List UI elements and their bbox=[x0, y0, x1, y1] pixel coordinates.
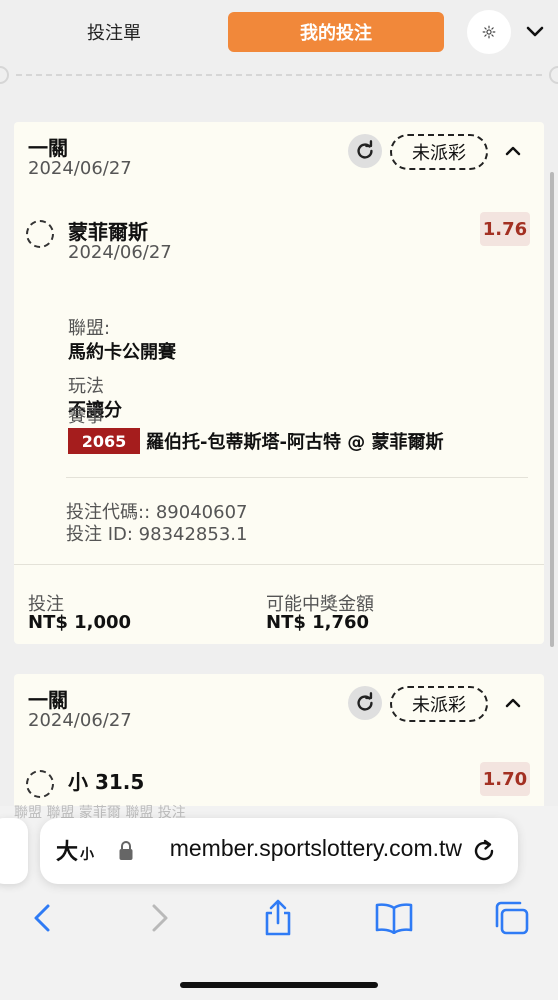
status-badge: 未派彩 bbox=[390, 134, 488, 170]
browser-toolbar: 聯盟 聯盟 蒙菲爾 聯盟 投注 大 小 member.sportslottery… bbox=[0, 805, 558, 1000]
bet-card: 一關 2024/06/27 未派彩 小 31.5 1.70 bbox=[14, 674, 544, 806]
text-size-button[interactable]: 大 小 bbox=[56, 836, 94, 866]
odds-badge: 1.70 bbox=[480, 762, 530, 796]
selection-date: 2024/06/27 bbox=[68, 242, 172, 263]
selection-radio[interactable] bbox=[26, 770, 54, 798]
bet-date: 2024/06/27 bbox=[28, 158, 132, 179]
bet-card: 一關 2024/06/27 未派彩 蒙菲爾斯 2024/06/27 1.76 聯… bbox=[14, 122, 544, 644]
home-indicator[interactable] bbox=[180, 982, 378, 988]
share-button[interactable] bbox=[258, 898, 298, 938]
event-label: 賽事 bbox=[68, 406, 104, 427]
selection-radio[interactable] bbox=[26, 220, 54, 248]
bet-type: 一關 bbox=[28, 136, 68, 160]
market-label: 玩法 bbox=[68, 376, 104, 397]
selection-name: 蒙菲爾斯 bbox=[68, 220, 148, 244]
bet-date: 2024/06/27 bbox=[28, 710, 132, 731]
collapse-button[interactable] bbox=[502, 690, 524, 716]
perforation-dot-right bbox=[549, 66, 558, 84]
share-icon bbox=[265, 899, 291, 936]
league-value: 馬約卡公開賽 bbox=[68, 342, 176, 363]
lock-icon bbox=[119, 841, 133, 860]
payout-value: NT$ 1,760 bbox=[266, 612, 370, 633]
league-label: 聯盟: bbox=[68, 318, 111, 339]
footer-divider bbox=[14, 564, 544, 565]
back-icon bbox=[34, 904, 50, 932]
bet-id: 投注 ID: 98342853.1 bbox=[66, 524, 248, 545]
forward-button[interactable] bbox=[140, 898, 180, 938]
top-header: 投注單 我的投注 bbox=[0, 0, 558, 62]
tabs-icon bbox=[495, 901, 529, 935]
perforation-line bbox=[16, 74, 542, 76]
collapse-button[interactable] bbox=[502, 138, 524, 164]
chevron-up-icon bbox=[505, 698, 521, 708]
reload-icon[interactable] bbox=[468, 834, 500, 866]
chevron-up-icon bbox=[505, 146, 521, 156]
text-size-small: 小 bbox=[80, 847, 95, 863]
perforation-dot-left bbox=[0, 66, 9, 84]
refresh-icon bbox=[357, 140, 373, 159]
tabs-button[interactable] bbox=[492, 898, 532, 938]
url-text[interactable]: member.sportslottery.com.tw bbox=[144, 835, 462, 867]
scrollbar[interactable] bbox=[550, 172, 554, 647]
event-name: 羅伯托-包蒂斯塔-阿古特 @ 蒙菲爾斯 bbox=[146, 432, 444, 453]
bets-list[interactable]: 一關 2024/06/27 未派彩 蒙菲爾斯 2024/06/27 1.76 聯… bbox=[0, 92, 558, 806]
bookmarks-icon bbox=[375, 903, 413, 934]
tab-betslip[interactable]: 投注單 bbox=[46, 12, 182, 52]
bet-type: 一關 bbox=[28, 688, 68, 712]
odds-badge: 1.76 bbox=[480, 212, 530, 246]
refresh-button[interactable] bbox=[348, 134, 382, 168]
previous-tab-peek[interactable] bbox=[0, 818, 28, 884]
event-code-badge: 2065 bbox=[68, 428, 140, 454]
refresh-button[interactable] bbox=[348, 686, 382, 720]
divider bbox=[66, 477, 528, 478]
status-badge: 未派彩 bbox=[390, 686, 488, 722]
header-expand-button[interactable] bbox=[523, 20, 547, 44]
address-bar[interactable]: 大 小 member.sportslottery.com.tw bbox=[40, 818, 518, 884]
selection-name: 小 31.5 bbox=[68, 770, 145, 794]
tab-my-bets[interactable]: 我的投注 bbox=[228, 12, 444, 52]
gear-icon bbox=[482, 25, 496, 39]
back-button[interactable] bbox=[22, 898, 62, 938]
stake-value: NT$ 1,000 bbox=[28, 612, 132, 633]
forward-icon bbox=[152, 904, 168, 932]
bookmarks-button[interactable] bbox=[374, 898, 414, 938]
chevron-down-icon bbox=[526, 26, 544, 37]
text-size-big: 大 bbox=[56, 840, 79, 865]
url-value: member.sportslottery.com.tw bbox=[169, 835, 462, 861]
settings-button[interactable] bbox=[467, 10, 511, 54]
refresh-icon bbox=[357, 692, 373, 711]
ticket-perforation bbox=[0, 62, 558, 90]
